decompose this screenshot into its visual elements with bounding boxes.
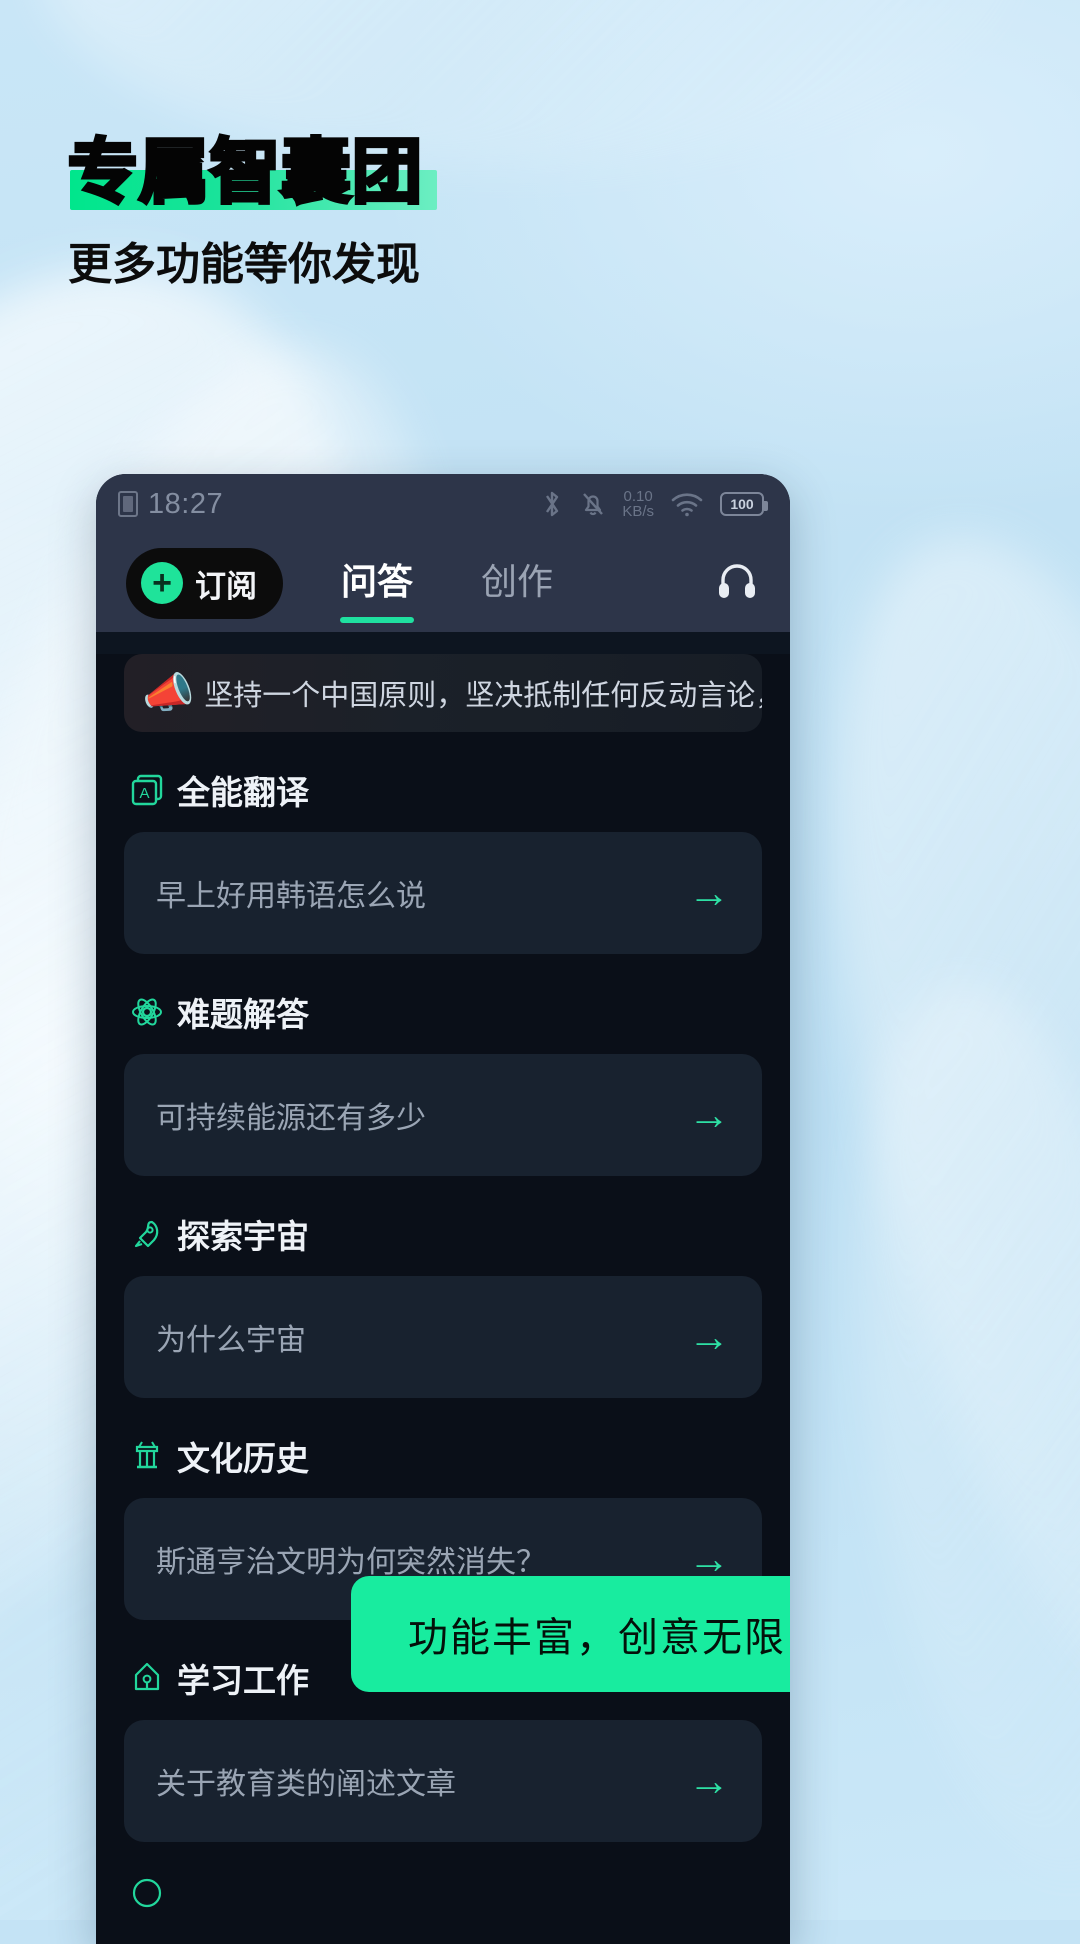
temple-icon [130, 1439, 164, 1473]
status-time: 18:27 [148, 487, 224, 520]
section-title: 探索宇宙 [177, 1218, 309, 1255]
prompt-text: 可持续能源还有多少 [156, 1102, 426, 1135]
hero-headline: 专属智囊团 更多功能等你发现 [66, 130, 437, 292]
section-title: 学习工作 [177, 1662, 309, 1699]
arrow-right-icon[interactable]: → [688, 872, 730, 914]
feature-callout: 功能丰富，创意无限 [351, 1576, 790, 1692]
mute-bell-icon [583, 493, 604, 516]
plus-icon: + [141, 562, 183, 604]
tab-bar: 问答 创作 [341, 553, 553, 613]
prompt-card[interactable]: 可持续能源还有多少 → [124, 1054, 762, 1176]
prompt-text: 为什么宇宙 [156, 1324, 306, 1357]
section-title: 难题解答 [177, 996, 309, 1033]
page-title: 专属智囊团 [66, 130, 424, 214]
battery-level: 100 [730, 496, 754, 512]
arrow-right-icon[interactable]: → [688, 1316, 730, 1358]
battery-icon: 100 [720, 492, 768, 516]
announcement-banner[interactable]: 📣 坚持一个中国原则，坚决抵制任何反动言论，立志建 [124, 654, 762, 732]
section-title: 文化历史 [177, 1440, 309, 1477]
tab-qa[interactable]: 问答 [341, 553, 413, 613]
page-subtitle: 更多功能等你发现 [68, 239, 420, 290]
arrow-right-icon[interactable]: → [688, 1538, 730, 1580]
arrow-right-icon[interactable]: → [688, 1760, 730, 1802]
app-navbar: + 订阅 问答 创作 [96, 534, 790, 632]
network-speed: 0.10 KB/s [622, 488, 654, 520]
prompt-card[interactable]: 关于教育类的阐述文章 → [124, 1720, 762, 1842]
subscribe-button[interactable]: + 订阅 [126, 547, 283, 619]
feature-callout-text: 功能丰富，创意无限 [408, 1615, 786, 1661]
sim-icon [118, 491, 138, 517]
section-problem-solving: 难题解答 可持续能源还有多少 → [124, 988, 762, 1176]
megaphone-icon: 📣 [142, 669, 195, 716]
bluetooth-icon [546, 491, 559, 517]
announcement-text: 坚持一个中国原则，坚决抵制任何反动言论，立志建 [204, 680, 762, 712]
status-bar: 18:27 0.10 KB/s 100 [96, 474, 790, 534]
atom-icon [130, 995, 164, 1029]
prompt-card[interactable]: 早上好用韩语怎么说 → [124, 832, 762, 954]
section-explore-universe: 探索宇宙 为什么宇宙 → [124, 1210, 762, 1398]
tab-create[interactable]: 创作 [481, 553, 553, 613]
translate-box-icon: A [130, 773, 164, 807]
section-translate: A 全能翻译 早上好用韩语怎么说 → [124, 766, 762, 954]
prompt-text: 早上好用韩语怎么说 [156, 880, 426, 913]
section-next-partial [124, 1876, 762, 1910]
rocket-icon [130, 1217, 164, 1251]
prompt-card[interactable]: 为什么宇宙 → [124, 1276, 762, 1398]
headset-icon[interactable] [714, 558, 760, 609]
app-content: 📣 坚持一个中国原则，坚决抵制任何反动言论，立志建 A 全能翻译 早上好用韩语怎… [96, 654, 790, 1944]
arrow-right-icon[interactable]: → [688, 1094, 730, 1136]
section-title: 全能翻译 [177, 774, 309, 811]
phone-mockup: 18:27 0.10 KB/s 100 + 订阅 问答 创作 📣 坚持一个中国原… [96, 474, 790, 1944]
subscribe-label: 订阅 [195, 568, 257, 604]
pen-nib-icon [130, 1661, 164, 1695]
partial-section-icon [130, 1876, 164, 1910]
wifi-icon [671, 493, 703, 517]
prompt-text: 斯通亨治文明为何突然消失？ [156, 1546, 546, 1579]
prompt-text: 关于教育类的阐述文章 [156, 1768, 456, 1801]
svg-text:A: A [139, 785, 149, 802]
